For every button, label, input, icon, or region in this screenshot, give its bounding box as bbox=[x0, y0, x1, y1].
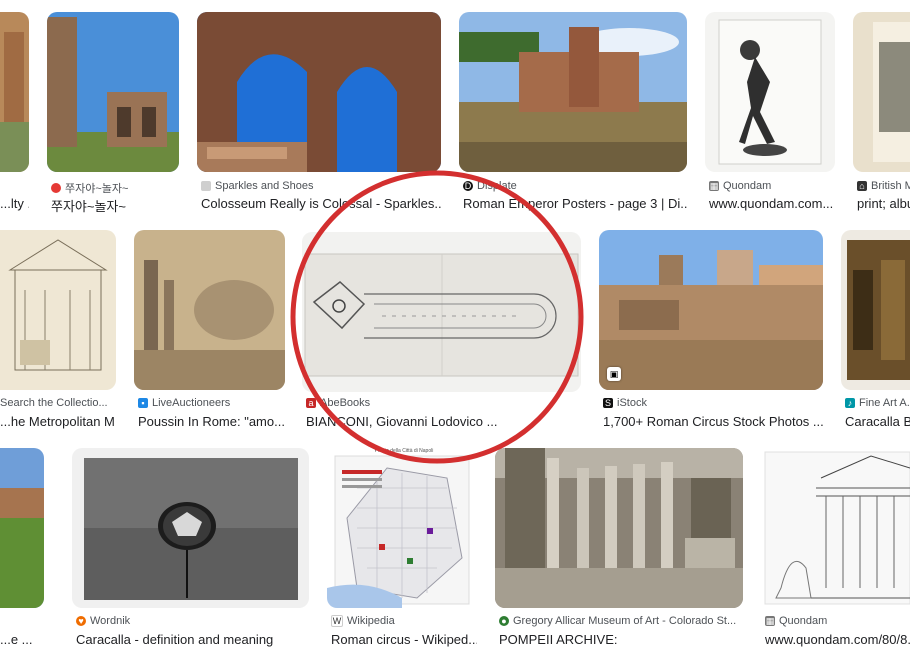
result-source[interactable]: S iStock bbox=[603, 397, 823, 409]
generic-site-icon bbox=[201, 181, 211, 191]
quondam-icon: ▦ bbox=[765, 616, 775, 626]
result-title[interactable]: Colosseum Really is Colossal - Sparkles.… bbox=[201, 196, 441, 211]
result-title[interactable]: print; albu... bbox=[857, 196, 910, 211]
wikipedia-icon: W bbox=[331, 615, 343, 627]
result-title[interactable]: ...he Metropolitan M... bbox=[0, 414, 116, 429]
result-title[interactable]: 쭈자야~놀자~ bbox=[51, 196, 179, 215]
result-title[interactable]: Poussin In Rome: "amo... bbox=[138, 414, 285, 429]
result-title[interactable]: 1,700+ Roman Circus Stock Photos ... bbox=[603, 414, 823, 429]
istock-icon: S bbox=[603, 398, 613, 408]
result-thumbnail[interactable] bbox=[761, 448, 910, 608]
image-badge-icon: ▣ bbox=[607, 367, 621, 381]
result-source[interactable]: ▦ Quondam bbox=[765, 615, 910, 627]
result-thumbnail[interactable] bbox=[495, 448, 743, 608]
result-source[interactable]: Sparkles and Shoes bbox=[201, 180, 441, 192]
displate-icon: D bbox=[463, 181, 473, 191]
result-source[interactable]: a AbeBooks bbox=[306, 397, 581, 409]
result-thumbnail[interactable] bbox=[841, 230, 910, 390]
result-title[interactable]: Caracalla B... bbox=[845, 414, 910, 429]
result-source[interactable]: ⌂ British M... bbox=[857, 180, 910, 192]
result-thumbnail[interactable] bbox=[0, 230, 116, 390]
result-title[interactable]: ...lty ... bbox=[0, 196, 29, 211]
result-source[interactable]: Search the Collectio... bbox=[0, 397, 116, 409]
result-title[interactable]: POMPEII ARCHIVE: bbox=[499, 632, 743, 647]
result-thumbnail[interactable] bbox=[72, 448, 309, 608]
result-thumbnail[interactable] bbox=[197, 12, 441, 172]
result-source[interactable]: D Displate bbox=[463, 180, 687, 192]
result-source[interactable]: ▦ Quondam bbox=[709, 180, 835, 192]
quondam-icon: ▦ bbox=[709, 181, 719, 191]
liveauctioneers-icon: ▪ bbox=[138, 398, 148, 408]
result-thumbnail[interactable]: Pianta della Città di Napoli bbox=[327, 448, 477, 608]
result-title[interactable]: Roman circus - Wikiped... bbox=[331, 632, 477, 647]
result-title[interactable]: Roman Emperor Posters - page 3 | Di... bbox=[463, 196, 687, 211]
result-title[interactable]: BIANCONI, Giovanni Lodovico ... bbox=[306, 414, 581, 429]
map-header: Pianta della Città di Napoli bbox=[374, 448, 434, 454]
result-source[interactable]: ♥ Wordnik bbox=[76, 615, 309, 627]
result-thumbnail[interactable] bbox=[853, 12, 910, 172]
result-title[interactable]: ...e ... bbox=[0, 632, 44, 647]
result-thumbnail[interactable] bbox=[0, 448, 44, 608]
result-thumbnail[interactable] bbox=[705, 12, 835, 172]
museum-icon: ⌂ bbox=[857, 181, 867, 191]
result-source[interactable]: W Wikipedia bbox=[331, 615, 477, 627]
result-title[interactable]: Caracalla - definition and meaning bbox=[76, 632, 309, 647]
result-thumbnail[interactable] bbox=[302, 232, 581, 392]
result-thumbnail[interactable] bbox=[47, 12, 179, 172]
result-thumbnail[interactable] bbox=[459, 12, 687, 172]
result-title[interactable]: www.quondam.com/80/8... bbox=[765, 632, 910, 647]
result-thumbnail[interactable] bbox=[134, 230, 285, 390]
result-thumbnail[interactable]: ▣ bbox=[599, 230, 823, 390]
red-dot-icon bbox=[51, 183, 61, 193]
museum-leaf-icon: ● bbox=[499, 616, 509, 626]
result-source[interactable]: 쭈자야~놀자~ bbox=[51, 180, 179, 196]
result-title[interactable]: www.quondam.com... bbox=[709, 196, 835, 211]
fineart-icon: ♪ bbox=[845, 398, 855, 408]
wordnik-icon: ♥ bbox=[76, 616, 86, 626]
result-source[interactable]: ● Gregory Allicar Museum of Art - Colora… bbox=[499, 615, 743, 627]
result-source[interactable]: ▪ LiveAuctioneers bbox=[138, 397, 285, 409]
abebooks-icon: a bbox=[306, 398, 316, 408]
result-thumbnail[interactable] bbox=[0, 12, 29, 172]
result-source[interactable]: ♪ Fine Art A... bbox=[845, 397, 910, 409]
